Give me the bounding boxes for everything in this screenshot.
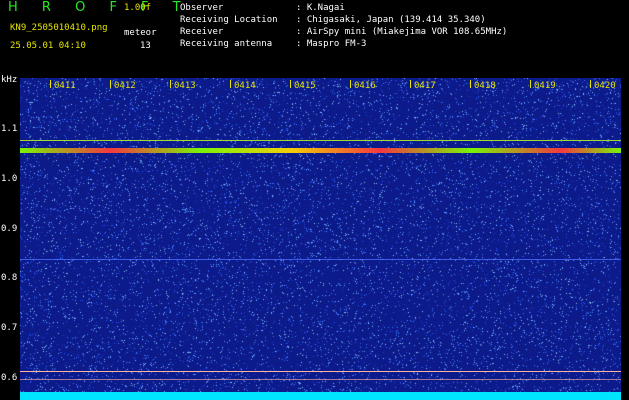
receiver-value: : AirSpy mini (Miakejima VOR 108.65MHz) [296,27,508,37]
receiver-label: Receiver [180,27,224,37]
date-time: 25.05.01 04:10 [10,41,86,51]
time-tick [470,80,471,88]
signal-line [20,379,621,380]
signal-line [20,371,621,372]
app-title: H R O F F T [8,0,191,15]
time-label: 0419 [534,81,556,91]
file-name: KN9_2505010410.png [10,23,108,33]
time-tick [350,80,351,88]
noise-field [20,78,621,400]
meteor-label: meteor [124,28,157,38]
signal-trace [20,148,621,153]
time-label: 0416 [354,81,376,91]
time-tick [590,80,591,88]
time-label: 0412 [114,81,136,91]
meteor-count: 13 [140,41,151,51]
observer-value: : K.Nagai [296,3,345,13]
y-tick-label: 0.9 [1,224,18,234]
time-label: 0418 [474,81,496,91]
time-label: 0420 [594,81,616,91]
time-tick [530,80,531,88]
time-tick [170,80,171,88]
time-label: 0414 [234,81,256,91]
version-label: 1.00f [124,3,152,13]
time-tick [230,80,231,88]
time-label: 0413 [174,81,196,91]
time-tick [50,80,51,88]
y-tick-label: 1.0 [1,174,18,184]
time-label: 0411 [54,81,76,91]
time-tick [410,80,411,88]
y-tick-label: 1.1 [1,124,18,134]
location-value: : Chigasaki, Japan (139.414 35.340) [296,15,486,25]
spectrogram-plot: 0411 0412 0413 0414 0415 0416 0417 0418 … [20,78,621,400]
time-label: 0415 [294,81,316,91]
y-tick-label: 0.7 [1,323,18,333]
y-tick-label: 0.8 [1,273,18,283]
time-label: 0417 [414,81,436,91]
time-tick [290,80,291,88]
signal-line [20,259,621,260]
antenna-value: : Maspro FM-3 [296,39,367,49]
time-tick [110,80,111,88]
signal-line [20,140,621,141]
y-axis-unit: kHz [1,75,18,85]
bottom-band [20,392,621,400]
observer-label: Observer [180,3,224,13]
y-tick-label: 0.6 [1,373,18,383]
antenna-label: Receiving antenna [180,39,273,49]
location-label: Receiving Location [180,15,278,25]
